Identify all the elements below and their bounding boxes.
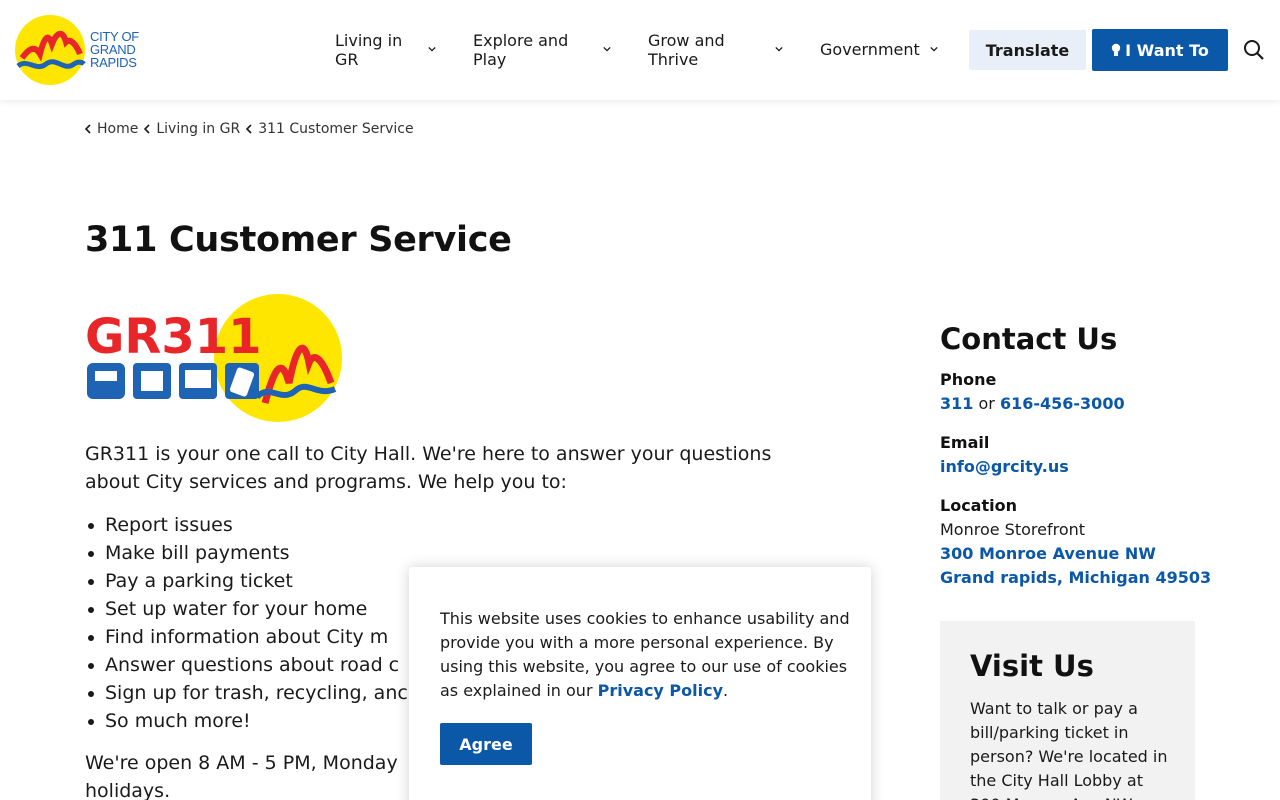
chevron-down-icon[interactable] bbox=[775, 45, 783, 53]
agree-button[interactable]: Agree bbox=[440, 723, 532, 765]
phone-values: 311 or 616-456-3000 bbox=[940, 394, 1125, 413]
lightbulb-icon bbox=[1111, 43, 1121, 56]
visit-us-card: Visit Us Want to talk or pay a bill/park… bbox=[940, 621, 1195, 800]
intro-paragraph: GR311 is your one call to City Hall. We'… bbox=[85, 443, 772, 493]
visit-title: Visit Us bbox=[970, 649, 1094, 683]
breadcrumb-home[interactable]: Home bbox=[85, 121, 138, 137]
address-line1-link[interactable]: 300 Monroe Avenue NW bbox=[940, 544, 1156, 563]
chevron-left-icon bbox=[246, 124, 252, 134]
breadcrumb-living-in-gr[interactable]: Living in GR bbox=[144, 121, 240, 137]
city-logo-icon bbox=[15, 15, 86, 85]
email-label: Email bbox=[940, 433, 990, 452]
contact-title: Contact Us bbox=[940, 322, 1118, 356]
gr311-logo-image: GR311 bbox=[85, 294, 342, 422]
list-item: Answer questions about road c bbox=[88, 651, 408, 679]
i-want-to-button[interactable]: I Want To bbox=[1092, 29, 1228, 71]
nav-grow-and-thrive[interactable]: Grow and Thrive bbox=[648, 31, 725, 69]
list-item: Find information about City m bbox=[88, 623, 408, 651]
list-item: Set up water for your home bbox=[88, 595, 408, 623]
city-logo-text: CITY OF GRAND RAPIDS bbox=[90, 29, 139, 70]
chevron-left-icon bbox=[144, 124, 150, 134]
nav-living-in-gr[interactable]: Living in GR bbox=[335, 31, 402, 69]
cookie-text: This website uses cookies to enhance usa… bbox=[440, 609, 850, 700]
chevron-left-icon bbox=[85, 124, 91, 134]
help-list: Report issues Make bill payments Pay a p… bbox=[88, 511, 408, 735]
gr311-logo: GR311 bbox=[85, 293, 343, 423]
list-item: Make bill payments bbox=[88, 539, 408, 567]
site-header: CITY OF GRAND RAPIDS Living in GR Explor… bbox=[0, 0, 1280, 100]
city-logo[interactable]: CITY OF GRAND RAPIDS bbox=[14, 14, 159, 86]
address-line2-link[interactable]: Grand rapids, Michigan 49503 bbox=[940, 568, 1211, 587]
chevron-down-icon[interactable] bbox=[930, 45, 938, 53]
breadcrumb: Home Living in GR 311 Customer Service bbox=[85, 121, 420, 137]
list-item: Report issues bbox=[88, 511, 408, 539]
nav-government[interactable]: Government bbox=[820, 40, 920, 59]
list-item: Sign up for trash, recycling, anc bbox=[88, 679, 408, 707]
phone-number-link[interactable]: 616-456-3000 bbox=[1000, 394, 1125, 413]
translate-button[interactable]: Translate bbox=[969, 30, 1086, 70]
gr311-logo-text: GR311 bbox=[85, 309, 262, 365]
phone-311-link[interactable]: 311 bbox=[940, 394, 973, 413]
list-item: So much more! bbox=[88, 707, 408, 735]
search-icon[interactable] bbox=[1243, 39, 1265, 61]
privacy-policy-link[interactable]: Privacy Policy bbox=[598, 681, 723, 700]
email-link[interactable]: info@grcity.us bbox=[940, 457, 1069, 476]
list-item: Pay a parking ticket bbox=[88, 567, 408, 595]
page-title: 311 Customer Service bbox=[85, 220, 512, 260]
nav-explore-and-play[interactable]: Explore and Play bbox=[473, 31, 568, 69]
chevron-down-icon[interactable] bbox=[428, 45, 436, 53]
cookie-banner: This website uses cookies to enhance usa… bbox=[409, 567, 871, 800]
visit-body: Want to talk or pay a bill/parking ticke… bbox=[970, 699, 1168, 800]
location-name: Monroe Storefront bbox=[940, 520, 1086, 539]
breadcrumb-current[interactable]: 311 Customer Service bbox=[246, 121, 414, 137]
phone-label: Phone bbox=[940, 370, 997, 389]
chevron-down-icon[interactable] bbox=[603, 45, 611, 53]
location-label: Location bbox=[940, 496, 1017, 515]
